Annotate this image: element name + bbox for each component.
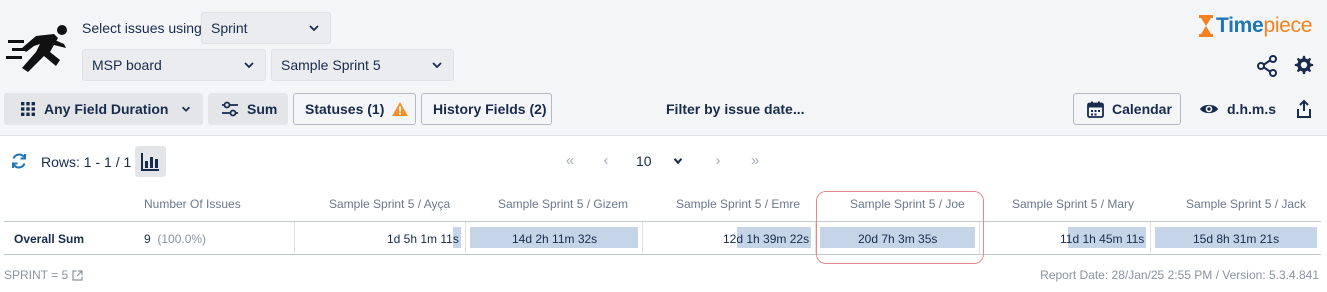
column-header-jack[interactable]: Sample Sprint 5 / Jack bbox=[1186, 197, 1306, 211]
logo-text-time: Time bbox=[1216, 14, 1264, 37]
select-mode-dropdown[interactable]: Sprint bbox=[201, 12, 331, 44]
duration-value: 15d 8h 31m 21s bbox=[1193, 232, 1280, 246]
chevron-down-icon bbox=[309, 25, 319, 32]
duration-cell[interactable]: 15d 8h 31m 21s bbox=[1151, 222, 1321, 254]
issue-count: 9 (100.0%) bbox=[144, 232, 206, 246]
sliders-icon bbox=[222, 101, 238, 117]
issue-count-percent: (100.0%) bbox=[157, 232, 207, 246]
next-page-icon[interactable]: › bbox=[709, 152, 727, 170]
calendar-icon bbox=[1087, 101, 1104, 118]
rows-count: Rows: 1 - 1 / 1 bbox=[41, 154, 132, 170]
external-link-icon bbox=[72, 269, 83, 281]
export-icon[interactable] bbox=[1294, 99, 1314, 119]
previous-page-icon[interactable]: ‹ bbox=[597, 152, 615, 170]
history-fields-label: History Fields (2) bbox=[433, 101, 547, 117]
any-field-duration-button[interactable]: Any Field Duration bbox=[4, 93, 203, 125]
calendar-button[interactable]: Calendar bbox=[1073, 93, 1181, 125]
first-page-icon[interactable]: « bbox=[561, 152, 579, 170]
footer-filter[interactable]: SPRINT = 5 bbox=[4, 268, 83, 282]
board-value: MSP board bbox=[92, 57, 162, 73]
chart-toggle-button[interactable] bbox=[135, 146, 166, 177]
duration-value: 1d 5h 1m 11s bbox=[387, 232, 459, 246]
filter-by-issue-date[interactable]: Filter by issue date... bbox=[666, 101, 805, 117]
sprint-dropdown[interactable]: Sample Sprint 5 bbox=[271, 49, 454, 81]
chevron-down-icon bbox=[432, 62, 442, 69]
chevron-down-icon bbox=[182, 106, 191, 112]
duration-cell[interactable]: 1d 5h 1m 11s bbox=[295, 222, 465, 254]
eye-icon bbox=[1200, 104, 1218, 114]
table-row: Overall Sum 9 (100.0%) 1d 5h 1m 11s 14d … bbox=[4, 221, 1321, 255]
duration-value: 11d 1h 45m 11s bbox=[1060, 232, 1145, 246]
column-header-number-of-issues[interactable]: Number Of Issues bbox=[144, 197, 241, 211]
chevron-down-icon[interactable] bbox=[672, 155, 684, 167]
duration-value: 12d 1h 39m 22s bbox=[723, 232, 810, 246]
grid-icon bbox=[21, 102, 35, 116]
duration-cell[interactable]: 14d 2h 11m 32s bbox=[466, 222, 642, 254]
column-header-gizem[interactable]: Sample Sprint 5 / Gizem bbox=[498, 197, 628, 211]
bar-chart-icon bbox=[141, 153, 159, 171]
last-page-icon[interactable]: » bbox=[746, 152, 764, 170]
row-label: Overall Sum bbox=[14, 232, 85, 246]
select-mode-value: Sprint bbox=[211, 20, 248, 36]
duration-cell[interactable]: 11d 1h 45m 11s bbox=[980, 222, 1150, 254]
column-header-mary[interactable]: Sample Sprint 5 / Mary bbox=[1012, 197, 1134, 211]
highlight-annotation bbox=[816, 191, 984, 264]
statuses-button[interactable]: Statuses (1) bbox=[293, 93, 416, 125]
logo-text-piece: piece bbox=[1263, 14, 1313, 37]
share-icon[interactable] bbox=[1256, 55, 1278, 77]
any-field-duration-label: Any Field Duration bbox=[44, 101, 169, 117]
column-header-emre[interactable]: Sample Sprint 5 / Emre bbox=[676, 197, 800, 211]
column-header-ayca[interactable]: Sample Sprint 5 / Ayça bbox=[329, 197, 450, 211]
history-fields-button[interactable]: History Fields (2) bbox=[421, 93, 552, 125]
sum-label: Sum bbox=[247, 101, 278, 117]
select-issues-label: Select issues using bbox=[82, 20, 202, 36]
time-format-toggle[interactable]: d.h.m.s bbox=[1199, 99, 1276, 119]
sprint-value: Sample Sprint 5 bbox=[281, 57, 381, 73]
statuses-label: Statuses (1) bbox=[305, 101, 385, 117]
gear-icon[interactable] bbox=[1293, 54, 1315, 76]
hourglass-icon bbox=[1199, 15, 1213, 37]
footer-filter-text: SPRINT = 5 bbox=[4, 268, 69, 282]
chevron-down-icon bbox=[244, 62, 254, 69]
time-format-label: d.h.m.s bbox=[1227, 101, 1277, 117]
sum-button[interactable]: Sum bbox=[208, 93, 288, 125]
duration-cell[interactable]: 12d 1h 39m 22s bbox=[643, 222, 815, 254]
report-info: Report Date: 28/Jan/25 2:55 PM / Version… bbox=[1040, 268, 1319, 282]
calendar-label: Calendar bbox=[1112, 101, 1172, 117]
warning-icon bbox=[392, 102, 409, 116]
page-size-value[interactable]: 10 bbox=[636, 153, 652, 169]
duration-value: 14d 2h 11m 32s bbox=[512, 232, 598, 246]
refresh-icon[interactable] bbox=[10, 152, 28, 170]
timepiece-logo: Time piece bbox=[1198, 12, 1312, 40]
board-dropdown[interactable]: MSP board bbox=[82, 49, 266, 81]
issue-count-value: 9 bbox=[144, 232, 151, 246]
runner-logo-icon bbox=[6, 25, 67, 72]
